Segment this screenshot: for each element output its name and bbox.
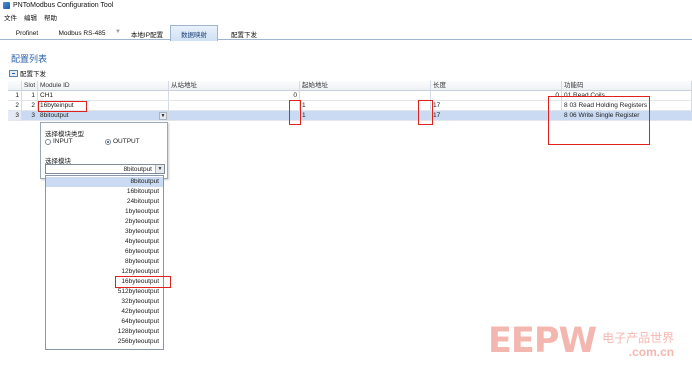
title-bar: PNToModbus Configuration Tool bbox=[0, 0, 692, 11]
input-radio-label: INPUT bbox=[53, 138, 73, 145]
module-combo-value: 8bitoutput bbox=[123, 166, 152, 173]
dropdown-option[interactable]: 128byteoutput bbox=[48, 327, 160, 337]
header-length[interactable]: 长度 bbox=[431, 81, 562, 91]
module-cell-editor[interactable]: 8bitoutput ▼ bbox=[38, 111, 169, 121]
input-radio[interactable]: INPUT bbox=[45, 138, 73, 145]
watermark: EEPW 电子产品世界 .com.cn bbox=[488, 321, 674, 361]
dropdown-option[interactable]: 8byteoutput bbox=[48, 257, 160, 267]
download-icon bbox=[9, 69, 18, 77]
dropdown-option[interactable]: 42byteoutput bbox=[48, 307, 160, 317]
start-address-cell[interactable] bbox=[300, 91, 431, 101]
slave-address-cell[interactable] bbox=[169, 101, 300, 111]
dropdown-option[interactable]: 1byteoutput bbox=[48, 207, 160, 217]
watermark-url: .com.cn bbox=[628, 345, 675, 359]
output-radio[interactable]: OUTPUT bbox=[105, 138, 140, 145]
annotation-option-box bbox=[115, 276, 171, 288]
header-start-address[interactable]: 起始地址 bbox=[300, 81, 431, 91]
annotation-function-box bbox=[548, 96, 650, 145]
radio-unchecked-icon bbox=[45, 138, 51, 145]
annotation-module-box bbox=[38, 101, 87, 112]
output-radio-label: OUTPUT bbox=[113, 138, 140, 145]
watermark-logo: EEPW bbox=[488, 321, 597, 361]
app-icon bbox=[3, 2, 10, 9]
slave-address-cell[interactable]: 0 bbox=[169, 91, 300, 101]
tab-data-mapping[interactable]: 数据映射 bbox=[170, 25, 218, 41]
row-number: 2 bbox=[8, 101, 22, 111]
config-download-label: 配置下发 bbox=[20, 71, 46, 78]
tab-bar: Profinet Modbus RS-485 ▼ 本地IP配置 数据映射 配置下… bbox=[0, 24, 692, 41]
chevron-down-icon[interactable]: ▼ bbox=[155, 165, 164, 173]
module-cell-value: 8bitoutput bbox=[40, 112, 69, 119]
tab-local-ip[interactable]: 本地IP配置 bbox=[126, 27, 168, 40]
row-number: 3 bbox=[8, 111, 22, 121]
length-cell[interactable]: 17 bbox=[431, 101, 562, 111]
header-slot[interactable]: Slot bbox=[22, 81, 38, 91]
watermark-cn: 电子产品世界 bbox=[602, 331, 675, 345]
header-rownum bbox=[8, 81, 22, 91]
dropdown-option[interactable]: 3byteoutput bbox=[48, 227, 160, 237]
menu-file[interactable]: 文件 bbox=[4, 12, 17, 22]
dropdown-option[interactable]: 6byteoutput bbox=[48, 247, 160, 257]
section-title: 配置列表 bbox=[11, 54, 48, 64]
module-dropdown-list: 8bitoutput 16bitoutput 24bitoutput 1byte… bbox=[45, 175, 164, 350]
dropdown-option[interactable]: 64byteoutput bbox=[48, 317, 160, 327]
tab-profinet[interactable]: Profinet bbox=[8, 27, 46, 40]
dropdown-arrow-icon[interactable]: ▼ bbox=[159, 112, 167, 120]
dropdown-option[interactable]: 24bitoutput bbox=[48, 197, 160, 207]
radio-checked-icon bbox=[105, 138, 111, 145]
menu-edit[interactable]: 编辑 bbox=[24, 12, 37, 22]
start-address-cell[interactable]: 1 bbox=[300, 101, 431, 111]
module-selector-popup: 选择模块类型 INPUT OUTPUT 选择模块 8bitoutput ▼ bbox=[40, 122, 168, 179]
dropdown-option[interactable]: 2byteoutput bbox=[48, 217, 160, 227]
menu-bar: 文件 编辑 帮助 bbox=[0, 12, 692, 22]
dropdown-option[interactable]: 512byteoutput bbox=[48, 287, 160, 297]
header-module-id[interactable]: Module ID bbox=[38, 81, 169, 91]
annotation-start-box bbox=[289, 100, 301, 125]
dropdown-option[interactable]: 256byteoutput bbox=[48, 337, 160, 347]
length-cell[interactable]: 17 bbox=[431, 111, 562, 121]
watermark-side: 电子产品世界 .com.cn bbox=[602, 331, 674, 359]
dropdown-option[interactable]: 8bitoutput bbox=[46, 177, 163, 187]
slave-address-cell[interactable] bbox=[169, 111, 300, 121]
dropdown-option[interactable]: 32byteoutput bbox=[48, 297, 160, 307]
dropdown-arrow-icon: ▼ bbox=[115, 29, 121, 35]
tab-config-download[interactable]: 配置下发 bbox=[222, 27, 266, 40]
slot-cell: 1 bbox=[22, 91, 38, 101]
tab-modbus[interactable]: Modbus RS-485 bbox=[52, 27, 112, 40]
dropdown-option[interactable]: 16bitoutput bbox=[48, 187, 160, 197]
module-cell[interactable]: CH1 bbox=[38, 91, 169, 101]
annotation-length-box bbox=[418, 100, 433, 125]
slot-cell: 3 bbox=[22, 111, 38, 121]
grid-header: Slot Module ID 从站地址 起始地址 长度 功能码 bbox=[8, 81, 692, 91]
module-type-label: 选择模块类型 bbox=[45, 131, 84, 138]
dropdown-option[interactable]: 4byteoutput bbox=[48, 237, 160, 247]
row-number: 1 bbox=[8, 91, 22, 101]
menu-help[interactable]: 帮助 bbox=[44, 12, 57, 22]
window-title: PNToModbus Configuration Tool bbox=[13, 2, 114, 9]
slot-cell: 2 bbox=[22, 101, 38, 111]
module-combo[interactable]: 8bitoutput ▼ bbox=[45, 164, 165, 174]
config-download-button[interactable]: 配置下发 bbox=[9, 68, 46, 78]
header-slave-address[interactable]: 从站地址 bbox=[169, 81, 300, 91]
start-address-cell[interactable]: 1 bbox=[300, 111, 431, 121]
header-function-code[interactable]: 功能码 bbox=[562, 81, 692, 91]
length-cell[interactable]: 0 bbox=[431, 91, 562, 101]
